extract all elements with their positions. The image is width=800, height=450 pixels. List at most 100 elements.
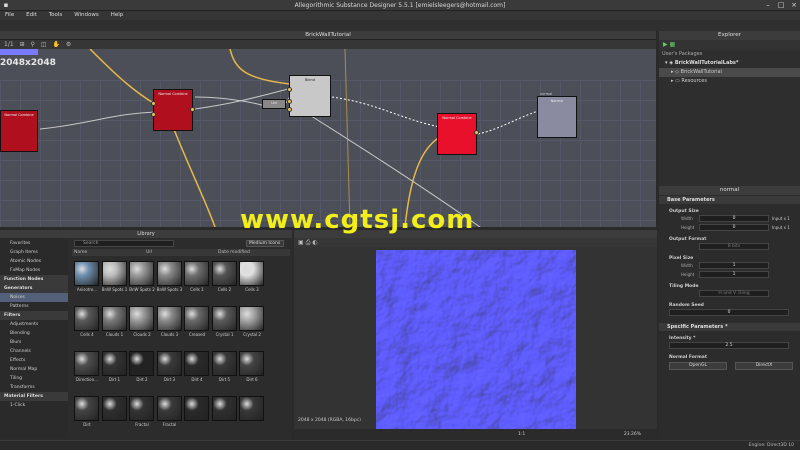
library-thumbnail[interactable] (129, 306, 154, 331)
node-normal-combine-mid[interactable]: Normal Combine (153, 89, 193, 131)
menu-tools[interactable]: Tools (44, 11, 68, 20)
input-port[interactable] (287, 99, 292, 104)
library-thumbnail[interactable] (239, 396, 264, 421)
node-blend[interactable]: Blend (289, 75, 331, 117)
output-port[interactable] (190, 107, 195, 112)
library-category-channels[interactable]: Channels (0, 347, 68, 356)
library-category-patterns[interactable]: Patterns (0, 302, 68, 311)
explorer-package[interactable]: ▾ ◈ BrickWallTutorialLabs* (659, 59, 800, 68)
menu-edit[interactable]: Edit (21, 11, 42, 20)
library-category-fxmap-nodes[interactable]: FxMap Nodes (0, 266, 68, 275)
folder-icon[interactable]: ▦ (670, 41, 676, 48)
section-specific-parameters[interactable]: Specific Parameters * (659, 323, 800, 331)
library-category-generators[interactable]: Generators (0, 284, 68, 293)
input-port[interactable] (287, 87, 292, 92)
graph-zoom-label[interactable]: 1/1 (4, 40, 14, 49)
library-thumbnail[interactable] (239, 351, 264, 376)
minimize-icon[interactable]: – (762, 1, 774, 9)
frame-icon[interactable]: ◫ (41, 40, 47, 49)
input-port[interactable] (287, 107, 292, 112)
library-category-1-click[interactable]: 1-Click (0, 401, 68, 410)
zoom-level[interactable]: 23.26% (624, 432, 641, 437)
library-thumbnail[interactable] (184, 396, 209, 421)
library-thumbnail[interactable] (211, 351, 237, 376)
library-thumbnail[interactable] (74, 261, 99, 286)
col-url[interactable]: Url (146, 249, 152, 256)
library-category-function-nodes[interactable]: Function Nodes (0, 275, 68, 284)
library-category-blurs[interactable]: Blurs (0, 338, 68, 347)
col-date[interactable]: Date modified (218, 249, 250, 256)
library-thumbnail[interactable] (184, 351, 209, 376)
close-icon[interactable]: × (788, 1, 800, 9)
library-thumbnail[interactable] (74, 306, 99, 331)
library-view-mode[interactable]: Medium Icons (246, 240, 284, 247)
library-thumbnail[interactable] (129, 261, 154, 286)
zoom-icon[interactable]: ⚲ (31, 40, 35, 49)
library-thumbnail[interactable] (156, 306, 182, 331)
format-select[interactable]: 8 bits (699, 243, 769, 250)
menu-windows[interactable]: Windows (69, 11, 104, 20)
node-uniform[interactable]: Uni (262, 99, 286, 109)
library-category-tiling[interactable]: Tiling (0, 374, 68, 383)
explorer-resources[interactable]: ▸ ▭ Resources (659, 77, 800, 86)
library-category-material-filters[interactable]: Material Filters (0, 392, 68, 401)
section-base-parameters[interactable]: Base Parameters (659, 196, 800, 204)
library-thumbnail[interactable] (129, 396, 154, 421)
library-thumbnail[interactable] (211, 306, 237, 331)
library-thumbnail[interactable] (211, 396, 237, 421)
output-port[interactable] (474, 130, 479, 135)
library-thumbnail[interactable] (239, 261, 264, 286)
menu-help[interactable]: Help (106, 11, 129, 20)
library-thumbnail[interactable] (101, 351, 127, 376)
library-thumbnail[interactable] (239, 306, 264, 331)
node-output-normal[interactable]: normal Normal (537, 92, 577, 138)
library-thumbnail[interactable] (101, 306, 127, 331)
library-thumbnail[interactable] (74, 351, 99, 376)
pixel-width-field[interactable]: 1 (699, 262, 769, 269)
play-icon[interactable]: ▶ (663, 41, 668, 48)
library-category-transforms[interactable]: Transforms (0, 383, 68, 392)
library-category-effects[interactable]: Effects (0, 356, 68, 365)
library-thumbnail[interactable] (156, 396, 182, 421)
library-category-graph-items[interactable]: Graph Items (0, 248, 68, 257)
hand-icon[interactable]: ✋ (52, 40, 59, 49)
library-thumbnail[interactable] (184, 261, 209, 286)
library-category-favorites[interactable]: Favorites (0, 239, 68, 248)
library-thumbnail[interactable] (101, 261, 127, 286)
settings-icon[interactable]: ⚙ (66, 40, 71, 49)
library-category-adjustments[interactable]: Adjustments (0, 320, 68, 329)
library-category-atomic-nodes[interactable]: Atomic Nodes (0, 257, 68, 266)
input-port[interactable] (151, 112, 156, 117)
node-normal-selected[interactable]: Normal Combine (437, 113, 477, 155)
library-thumbnail[interactable] (101, 396, 127, 421)
library-thumbnail[interactable] (184, 306, 209, 331)
opengl-button[interactable]: OpenGL (669, 362, 727, 370)
node-normal-combine-left[interactable]: Normal Combine (0, 110, 38, 152)
pixel-height-field[interactable]: 1 (699, 271, 769, 278)
seed-field[interactable]: 0 (669, 309, 789, 316)
explorer-graph-item[interactable]: ▸ ◇ BrickWallTutorial (659, 68, 800, 77)
library-thumbnail[interactable] (211, 261, 237, 286)
library-category-noises[interactable]: Noises (0, 293, 68, 302)
library-search-input[interactable]: Search (74, 240, 174, 247)
height-field[interactable]: 0 (699, 224, 769, 231)
library-thumbnail[interactable] (156, 351, 182, 376)
intensity-slider[interactable]: 2.5 (669, 342, 789, 349)
maximize-icon[interactable]: □ (775, 1, 787, 9)
width-relative[interactable]: Input x 1 (772, 216, 790, 221)
menu-file[interactable]: File (0, 11, 19, 20)
directx-button[interactable]: DirectX (735, 362, 793, 370)
width-field[interactable]: 0 (699, 215, 769, 222)
channel-icon[interactable]: ◐ (312, 239, 317, 246)
library-thumbnail[interactable] (156, 261, 182, 286)
library-thumbnail[interactable] (129, 351, 154, 376)
input-port[interactable] (151, 101, 156, 106)
tool-icon[interactable]: ⊞ (20, 40, 25, 49)
tiling-select[interactable]: H and V Tiling (699, 290, 769, 297)
col-name[interactable]: Name (74, 249, 87, 256)
normal-map-preview[interactable] (376, 250, 576, 450)
library-thumbnail[interactable] (74, 396, 99, 421)
view-icon[interactable]: ▣ (298, 239, 304, 246)
library-category-blending[interactable]: Blending (0, 329, 68, 338)
ratio-label[interactable]: 1:1 (518, 432, 525, 437)
